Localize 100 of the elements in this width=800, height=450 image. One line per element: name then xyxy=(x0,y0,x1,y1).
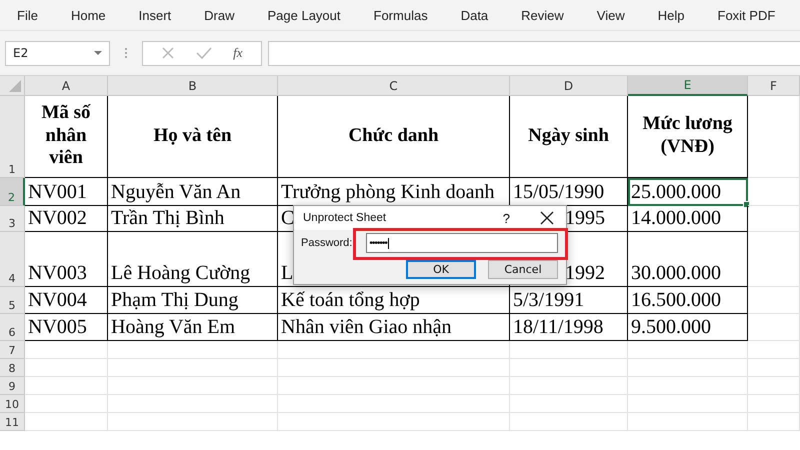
row-header[interactable]: 6 xyxy=(0,314,25,341)
column-heading-cell: Mã số nhân viên xyxy=(25,96,108,178)
table-cell: Phạm Thị Dung xyxy=(108,287,278,314)
name-box[interactable]: E2 xyxy=(5,40,110,66)
empty-cell[interactable] xyxy=(278,395,510,413)
table-cell: 1992 xyxy=(565,262,605,285)
menu-tab[interactable]: File xyxy=(17,8,38,22)
empty-cell[interactable] xyxy=(748,178,800,206)
table-cell: 1995 xyxy=(565,207,605,230)
table-cell: 5/3/1991 xyxy=(510,287,628,314)
cancel-icon[interactable] xyxy=(161,46,176,60)
table-cell: Trần Thị Bình xyxy=(108,206,278,232)
table-cell: NV003 xyxy=(25,232,108,287)
empty-cell[interactable] xyxy=(628,395,748,413)
empty-cell[interactable] xyxy=(748,359,800,377)
table-cell: Nguyễn Văn An xyxy=(108,178,278,206)
empty-cell[interactable] xyxy=(748,341,800,359)
menu-tab[interactable]: Formulas xyxy=(374,8,428,22)
close-icon[interactable] xyxy=(540,211,554,225)
menu-tab[interactable]: Help xyxy=(658,8,684,22)
menu-tab[interactable]: Foxit PDF xyxy=(718,8,776,22)
column-heading-cell: Chức danh xyxy=(278,96,510,178)
menu-tab[interactable]: Data xyxy=(460,8,488,22)
empty-cell[interactable] xyxy=(628,377,748,395)
empty-cell[interactable] xyxy=(748,232,800,287)
empty-cell[interactable] xyxy=(510,395,628,413)
checkmark-icon[interactable] xyxy=(196,46,212,60)
empty-cell[interactable] xyxy=(748,206,800,232)
empty-cell[interactable] xyxy=(278,341,510,359)
password-label: Password: xyxy=(301,237,352,249)
column-header[interactable]: E xyxy=(628,76,748,96)
dropdown-caret-icon[interactable] xyxy=(93,50,103,56)
cancel-button[interactable]: Cancel xyxy=(488,260,558,279)
empty-cell[interactable] xyxy=(108,377,278,395)
empty-cell[interactable] xyxy=(510,341,628,359)
column-heading-cell: Mức lương (VNĐ) xyxy=(628,96,748,178)
table-cell: 30.000.000 xyxy=(628,232,748,287)
table-cell: NV005 xyxy=(25,314,108,341)
empty-cell[interactable] xyxy=(510,377,628,395)
select-all-icon[interactable] xyxy=(8,79,22,93)
password-field[interactable]: ••••••• xyxy=(366,233,558,253)
formula-input[interactable] xyxy=(268,40,800,66)
empty-cell[interactable] xyxy=(108,395,278,413)
empty-cell[interactable] xyxy=(278,377,510,395)
row-header[interactable]: 2 xyxy=(0,178,25,206)
table-cell: Hoàng Văn Em xyxy=(108,314,278,341)
table-cell: 14.000.000 xyxy=(628,206,748,232)
menu-tab[interactable]: Page Layout xyxy=(268,8,341,22)
row-header[interactable]: 9 xyxy=(0,377,25,395)
menu-tab[interactable]: Draw xyxy=(204,8,234,22)
row-header[interactable]: 8 xyxy=(0,359,25,377)
empty-cell[interactable] xyxy=(748,377,800,395)
dialog-title: Unprotect Sheet xyxy=(303,212,388,224)
menu-tab[interactable]: View xyxy=(596,8,625,22)
empty-cell[interactable] xyxy=(748,413,800,431)
empty-cell[interactable] xyxy=(278,359,510,377)
menu-tab[interactable]: Home xyxy=(70,8,106,22)
table-cell: NV002 xyxy=(25,206,108,232)
table-cell: Kế toán tổng hợp xyxy=(278,287,510,314)
row-header[interactable]: 4 xyxy=(0,232,25,287)
row-header[interactable]: 7 xyxy=(0,341,25,359)
row-header[interactable]: 1 xyxy=(0,96,25,178)
empty-cell[interactable] xyxy=(748,287,800,314)
row-header[interactable]: 5 xyxy=(0,287,25,314)
empty-cell[interactable] xyxy=(108,341,278,359)
empty-cell[interactable] xyxy=(108,359,278,377)
ok-button[interactable]: OK xyxy=(406,260,476,279)
empty-cell[interactable] xyxy=(748,314,800,341)
table-cell: 25.000.000 xyxy=(628,178,748,206)
column-header[interactable]: F xyxy=(748,76,800,96)
help-button[interactable]: ? xyxy=(502,210,510,226)
row-header[interactable]: 10 xyxy=(0,395,25,413)
table-cell: 9.500.000 xyxy=(628,314,748,341)
column-heading-cell: Ngày sinh xyxy=(510,96,628,178)
table-cell: 16.500.000 xyxy=(628,287,748,314)
empty-cell[interactable] xyxy=(628,341,748,359)
column-heading-cell: Họ và tên xyxy=(108,96,278,178)
table-cell: Lê Hoàng Cường xyxy=(108,232,278,287)
empty-cell[interactable] xyxy=(628,413,748,431)
column-header[interactable]: D xyxy=(510,76,628,96)
empty-cell[interactable] xyxy=(748,395,800,413)
grip-icon[interactable] xyxy=(124,46,128,60)
menu-tab[interactable]: Insert xyxy=(138,8,172,22)
empty-cell[interactable] xyxy=(628,359,748,377)
empty-cell[interactable] xyxy=(108,413,278,431)
column-header[interactable]: B xyxy=(108,76,278,96)
table-cell: NV001 xyxy=(25,178,108,206)
empty-cell[interactable] xyxy=(510,359,628,377)
row-header[interactable]: 11 xyxy=(0,413,25,431)
fill-handle[interactable] xyxy=(743,201,750,208)
table-cell: 18/11/1998 xyxy=(510,314,628,341)
insert-function-button[interactable]: fx xyxy=(233,45,243,61)
row-header[interactable]: 3 xyxy=(0,206,25,232)
table-cell: NV004 xyxy=(25,287,108,314)
menu-tab[interactable]: Review xyxy=(521,8,564,22)
empty-cell[interactable] xyxy=(278,413,510,431)
empty-cell[interactable] xyxy=(510,413,628,431)
column-header[interactable]: A xyxy=(25,76,108,96)
column-header[interactable]: C xyxy=(278,76,510,96)
table-cell: Nhân viên Giao nhận xyxy=(278,314,510,341)
